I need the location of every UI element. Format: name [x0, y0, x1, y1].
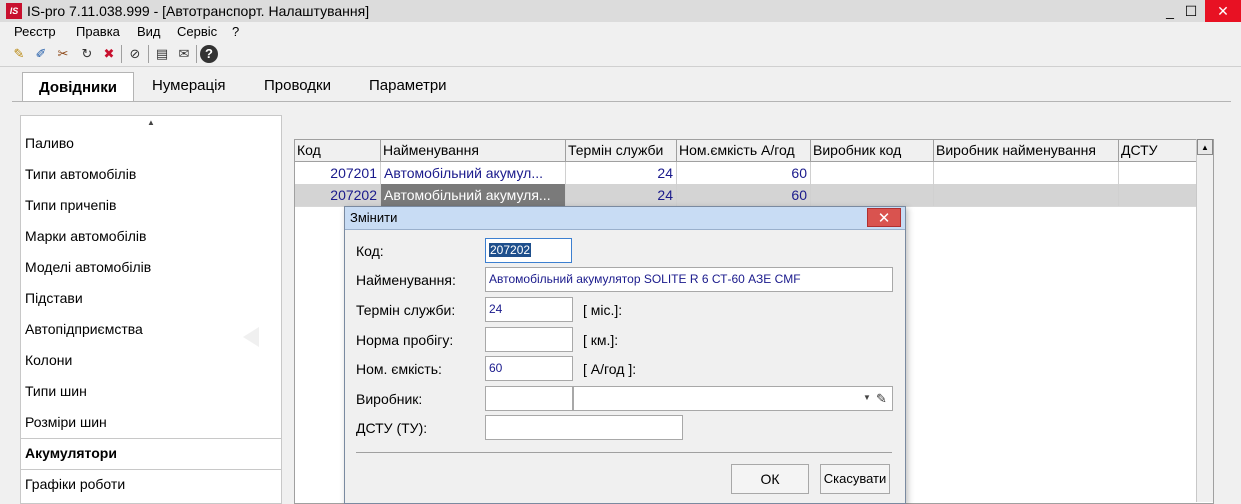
mileage-unit: [ км.]:: [583, 332, 619, 348]
cell-name: Автомобільний акумул...: [381, 162, 566, 184]
list-item-enterprises[interactable]: Автопідприємства: [25, 321, 143, 337]
list-item-fuel[interactable]: Паливо: [25, 135, 74, 151]
column-header-maker-code[interactable]: Виробник код: [811, 140, 934, 161]
list-item-grounds[interactable]: Підстави: [25, 290, 83, 306]
print-icon[interactable]: ▤: [153, 45, 171, 63]
edit-icon[interactable]: ✐: [32, 45, 50, 63]
selection-pointer-icon: [243, 327, 259, 347]
code-label: Код:: [356, 243, 384, 259]
mileage-label: Норма пробігу:: [356, 332, 454, 348]
list-item-car-brands[interactable]: Марки автомобілів: [25, 228, 146, 244]
capacity-input[interactable]: 60: [485, 356, 573, 381]
app-logo-icon: IS: [6, 3, 22, 19]
dialog-title-bar[interactable]: Змінити ✕: [345, 207, 905, 230]
service-life-unit: [ міс.]:: [583, 302, 623, 318]
dialog-title: Змінити: [350, 210, 398, 225]
delete-icon[interactable]: ✂: [54, 45, 72, 63]
tab-numbering[interactable]: Нумерація: [152, 77, 226, 94]
grid-header: Код Найменування Термін служби Ном.ємкіс…: [295, 140, 1213, 162]
help-icon[interactable]: ?: [200, 45, 218, 63]
menu-service[interactable]: Сервіс: [177, 24, 217, 39]
list-item-tire-sizes[interactable]: Розміри шин: [25, 414, 107, 430]
tab-parameters[interactable]: Параметри: [369, 77, 447, 94]
name-label: Найменування:: [356, 272, 456, 288]
list-item-tire-types[interactable]: Типи шин: [25, 383, 87, 399]
list-item-batteries[interactable]: Акумулятори: [25, 445, 117, 461]
column-header-capacity[interactable]: Ном.ємкість А/год: [677, 140, 811, 161]
mileage-input[interactable]: [485, 327, 573, 352]
window-title: IS-pro 7.11.038.999 - [Автотранспорт. На…: [27, 3, 370, 19]
tab-directories[interactable]: Довідники: [22, 72, 134, 103]
column-header-code[interactable]: Код: [295, 140, 381, 161]
maker-label: Виробник:: [356, 391, 423, 407]
cancel-button[interactable]: Скасувати: [820, 464, 890, 494]
tab-bar: Довідники Нумерація Проводки Параметри: [0, 68, 1241, 103]
cell-service: 24: [566, 162, 677, 184]
toolbar-separator: [148, 45, 149, 63]
dialog-close-icon[interactable]: ✕: [867, 208, 901, 227]
cell-dstu: [1119, 184, 1197, 206]
menu-view[interactable]: Вид: [137, 24, 161, 39]
list-item-car-models[interactable]: Моделі автомобілів: [25, 259, 151, 275]
dstu-input[interactable]: [485, 415, 683, 440]
list-item-columns[interactable]: Колони: [25, 352, 72, 368]
new-icon[interactable]: ✎: [10, 45, 28, 63]
mail-icon[interactable]: ✉: [175, 45, 193, 63]
tab-postings[interactable]: Проводки: [264, 77, 331, 94]
toolbar-separator: [121, 45, 122, 63]
maker-name-combo[interactable]: [573, 386, 893, 411]
cell-capacity: 60: [677, 162, 811, 184]
cell-name: Автомобільний акумуля...: [381, 184, 566, 206]
name-input[interactable]: Автомобільний акумулятор SOLITE R 6 СТ-6…: [485, 267, 893, 292]
table-row-selected[interactable]: 207202 Автомобільний акумуля... 24 60: [295, 184, 1213, 207]
table-row[interactable]: 207201 Автомобільний акумул... 24 60: [295, 162, 1213, 185]
cancel-icon[interactable]: ✖: [100, 45, 118, 63]
filter-icon[interactable]: ⊘: [126, 45, 144, 63]
title-bar: IS IS-pro 7.11.038.999 - [Автотранспорт.…: [0, 0, 1241, 23]
maker-code-input[interactable]: [485, 386, 573, 411]
column-header-service[interactable]: Термін служби: [566, 140, 677, 161]
pencil-icon[interactable]: ✎: [876, 391, 887, 407]
code-value: 207202: [489, 243, 532, 257]
cell-service: 24: [566, 184, 677, 206]
menu-registry[interactable]: Реєстр: [14, 24, 56, 39]
cell-maker-name: [934, 184, 1119, 206]
menu-help[interactable]: ?: [232, 24, 239, 39]
refresh-icon[interactable]: ↻: [78, 45, 96, 63]
cell-capacity: 60: [677, 184, 811, 206]
grid-scrollbar[interactable]: ▲: [1196, 139, 1213, 502]
dstu-label: ДСТУ (ТУ):: [356, 420, 428, 436]
edit-dialog: Змінити ✕ Код: 207202 Найменування: Авто…: [344, 206, 906, 504]
service-life-input[interactable]: 24: [485, 297, 573, 322]
cell-maker-code: [811, 184, 934, 206]
capacity-label: Ном. ємкість:: [356, 361, 442, 377]
cell-dstu: [1119, 162, 1197, 184]
dialog-divider: [356, 452, 892, 453]
toolbar: ✎ ✐ ✂ ↻ ✖ ⊘ ▤ ✉ ?: [0, 42, 1241, 67]
cell-code: 207202: [295, 184, 381, 206]
ok-button[interactable]: ОК: [731, 464, 809, 494]
cell-maker-name: [934, 162, 1119, 184]
list-item-trailer-types[interactable]: Типи причепів: [25, 197, 116, 213]
close-button[interactable]: ✕: [1205, 0, 1241, 22]
scroll-up-icon[interactable]: ▲: [1197, 139, 1213, 155]
column-header-name[interactable]: Найменування: [381, 140, 566, 161]
capacity-unit: [ А/год ]:: [583, 361, 637, 377]
menu-edit[interactable]: Правка: [76, 24, 120, 39]
list-item-car-types[interactable]: Типи автомобілів: [25, 166, 136, 182]
maximize-button[interactable]: ☐: [1180, 0, 1202, 22]
column-header-dstu[interactable]: ДСТУ: [1119, 140, 1197, 161]
list-item-schedules[interactable]: Графіки роботи: [25, 476, 125, 492]
cell-maker-code: [811, 162, 934, 184]
scroll-up-icon[interactable]: ▲: [147, 118, 155, 127]
directory-list: ▲ Паливо Типи автомобілів Типи причепів …: [20, 115, 282, 504]
code-input[interactable]: 207202: [485, 238, 572, 263]
service-life-label: Термін служби:: [356, 302, 456, 318]
cell-code: 207201: [295, 162, 381, 184]
toolbar-separator: [196, 45, 197, 63]
column-header-maker-name[interactable]: Виробник найменування: [934, 140, 1119, 161]
chevron-down-icon[interactable]: ▼: [863, 393, 871, 402]
menu-bar: Реєстр Правка Вид Сервіс ?: [0, 22, 1241, 42]
